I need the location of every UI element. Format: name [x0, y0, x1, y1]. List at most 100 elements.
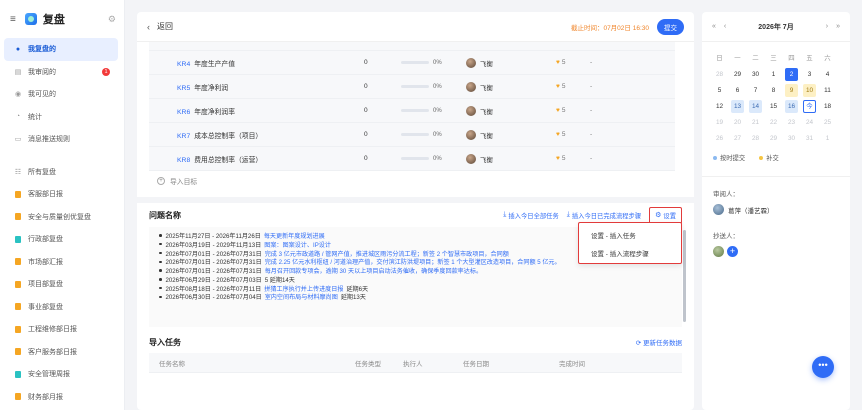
- kr-owner: 飞衡: [466, 105, 556, 116]
- sidebar-group-item[interactable]: 工程维修部日报: [4, 318, 118, 341]
- calendar-day[interactable]: 21: [749, 116, 762, 129]
- scrollbar[interactable]: [683, 230, 686, 322]
- calendar-day[interactable]: 7: [749, 84, 762, 97]
- calendar-day[interactable]: 23: [785, 116, 798, 129]
- submit-button[interactable]: 提交: [657, 18, 684, 35]
- calendar-day[interactable]: 今: [803, 100, 816, 113]
- prev-year-icon[interactable]: «: [712, 23, 716, 30]
- issue-link[interactable]: 每天更新年度规划进展: [264, 231, 325, 240]
- calendar-day[interactable]: 9: [785, 84, 798, 97]
- kr-code[interactable]: KR6: [177, 109, 190, 116]
- insert-done-steps-button[interactable]: ⤓ 插入今日已完成流程步骤: [567, 211, 641, 220]
- insert-icon: ⤓: [566, 211, 570, 218]
- table-row[interactable]: KR6 年度净利润率 0 0% 飞衡 ♥ 5-: [149, 99, 675, 123]
- sidebar-group-item[interactable]: 客服部日报: [4, 183, 118, 206]
- avatar: [713, 204, 724, 215]
- calendar-day[interactable]: 10: [803, 84, 816, 97]
- kr-name: 年度生产产值: [194, 60, 236, 68]
- calendar-day[interactable]: 28: [713, 68, 726, 81]
- issue-link[interactable]: 每月召开回款专项会，逾期 30 天以上项目启动法务催收，确保季度回款率达标。: [265, 266, 482, 275]
- calendar-day[interactable]: 12: [713, 100, 726, 113]
- issue-link[interactable]: 拼猜工序执行并上传进度日报: [264, 284, 343, 293]
- calendar-day[interactable]: 11: [821, 84, 834, 97]
- menu-icon[interactable]: ≡: [10, 14, 16, 25]
- back-button[interactable]: ‹ 返回: [147, 21, 173, 32]
- calendar-day[interactable]: 4: [821, 68, 834, 81]
- settings-button[interactable]: ⚙ 设置: [649, 206, 682, 224]
- next-month-icon[interactable]: ›: [826, 23, 828, 30]
- calendar-day[interactable]: 16: [785, 100, 798, 113]
- calendar-day[interactable]: 29: [767, 132, 780, 145]
- calendar-day[interactable]: 24: [803, 116, 816, 129]
- kr-code[interactable]: KR4: [177, 61, 190, 68]
- table-row[interactable]: KR7 成本总控制率（项目） 0 0% 飞衡 ♥ 5-: [149, 123, 675, 147]
- kr-code[interactable]: KR5: [177, 85, 190, 92]
- calendar-day[interactable]: 15: [767, 100, 780, 113]
- sidebar-group-item[interactable]: 安全管理周报: [4, 363, 118, 386]
- sidebar-group-item[interactable]: 事业部复盘: [4, 296, 118, 319]
- prev-month-icon[interactable]: ‹: [724, 23, 726, 30]
- import-target-button[interactable]: + 导入目标: [137, 171, 694, 191]
- add-cc-button[interactable]: +: [727, 246, 738, 257]
- insert-task-option[interactable]: 设置 - 插入任务: [579, 226, 681, 244]
- calendar-day[interactable]: 18: [821, 100, 834, 113]
- sidebar-item[interactable]: ◉ 我可见的: [4, 83, 118, 106]
- sidebar-group-item[interactable]: 财务部月报: [4, 386, 118, 409]
- folder-icon: [15, 235, 21, 243]
- legend-late-label: 补交: [766, 155, 779, 162]
- kr-name-cell: KR6 年度净利润率: [149, 106, 364, 116]
- sidebar-item[interactable]: ◔ 统计: [4, 106, 118, 129]
- more-fab-button[interactable]: •••: [812, 356, 834, 378]
- issue-link[interactable]: 室内空间布局与材料摩尚图: [265, 293, 338, 301]
- legend-ontime: 按时提交: [713, 153, 745, 162]
- calendar-day[interactable]: 5: [713, 84, 726, 97]
- sidebar-group-item[interactable]: 安全与质量创优复盘: [4, 206, 118, 229]
- table-row[interactable]: KR4 年度生产产值 0 0% 飞衡 ♥ 5-: [149, 51, 675, 75]
- calendar-day[interactable]: 19: [713, 116, 726, 129]
- kr-code[interactable]: KR7: [177, 133, 190, 140]
- sidebar-group-item[interactable]: ☷ 所有复盘: [4, 161, 118, 184]
- sidebar-group-item[interactable]: 行政部复盘: [4, 228, 118, 251]
- calendar-day[interactable]: 25: [821, 116, 834, 129]
- calendar-day[interactable]: 1: [767, 68, 780, 81]
- table-row[interactable]: KR5 年度净利润 0 0% 飞衡 ♥ 5-: [149, 75, 675, 99]
- refresh-tasks-button[interactable]: ⟳ 更新任务数据: [636, 337, 682, 347]
- calendar-day[interactable]: 3: [803, 68, 816, 81]
- calendar-day[interactable]: 30: [785, 132, 798, 145]
- sidebar-group-item[interactable]: 市场部汇报: [4, 251, 118, 274]
- kr-code[interactable]: KR8: [177, 157, 190, 164]
- sidebar-item[interactable]: ● 我复盘的: [4, 38, 118, 61]
- calendar-day[interactable]: 22: [767, 116, 780, 129]
- progress-bar: [401, 109, 429, 112]
- calendar-day[interactable]: 30: [749, 68, 762, 81]
- calendar-day[interactable]: 20: [731, 116, 744, 129]
- list-item: 2025年08月18日 - 2026年07月11日 拼猜工序执行并上传进度日报 延期…: [159, 284, 682, 293]
- calendar-day[interactable]: 29: [731, 68, 744, 81]
- calendar-day[interactable]: 13: [731, 100, 744, 113]
- calendar-day[interactable]: 8: [767, 84, 780, 97]
- sidebar-group-item[interactable]: 客户服务部日报: [4, 341, 118, 364]
- calendar-day[interactable]: 6: [731, 84, 744, 97]
- table-row[interactable]: KR8 费用总控制率（运营） 0 0% 飞衡 ♥ 5-: [149, 147, 675, 171]
- calendar-day[interactable]: 26: [713, 132, 726, 145]
- calendar-day[interactable]: 2: [785, 68, 798, 81]
- calendar-day[interactable]: 1: [821, 132, 834, 145]
- sidebar-group-item[interactable]: 项目部复盘: [4, 273, 118, 296]
- reviewer-person[interactable]: 葛萍（潘艺霖）: [702, 200, 850, 219]
- calendar-day[interactable]: 14: [749, 100, 762, 113]
- avatar[interactable]: [713, 246, 724, 257]
- gear-icon[interactable]: ⚙: [108, 14, 116, 25]
- insert-all-tasks-button[interactable]: ⤓ 插入今日全部任务: [503, 211, 558, 220]
- issue-link[interactable]: 图案：图案设计、IP设计: [264, 240, 331, 249]
- calendar-day[interactable]: 28: [749, 132, 762, 145]
- owner-name: 飞衡: [480, 84, 493, 92]
- kr-owner: 飞衡: [466, 129, 556, 140]
- calendar-day[interactable]: 31: [803, 132, 816, 145]
- insert-step-option[interactable]: 设置 - 插入流程步骤: [579, 244, 681, 262]
- calendar-day[interactable]: 27: [731, 132, 744, 145]
- issue-link[interactable]: 完成 2.25 亿元水利枢纽 / 河道治理产值，交付滨江防洪堤项目；新签 1 个…: [265, 257, 561, 266]
- issue-link[interactable]: 完成 3 亿元市政道路 / 管网产值，推进城区雨污分流工程；新签 2 个智慧市政…: [265, 249, 509, 258]
- sidebar-item[interactable]: ▤ 我审阅的 1: [4, 61, 118, 84]
- sidebar-item[interactable]: ▭ 消息推送规则: [4, 128, 118, 151]
- next-year-icon[interactable]: »: [836, 23, 840, 30]
